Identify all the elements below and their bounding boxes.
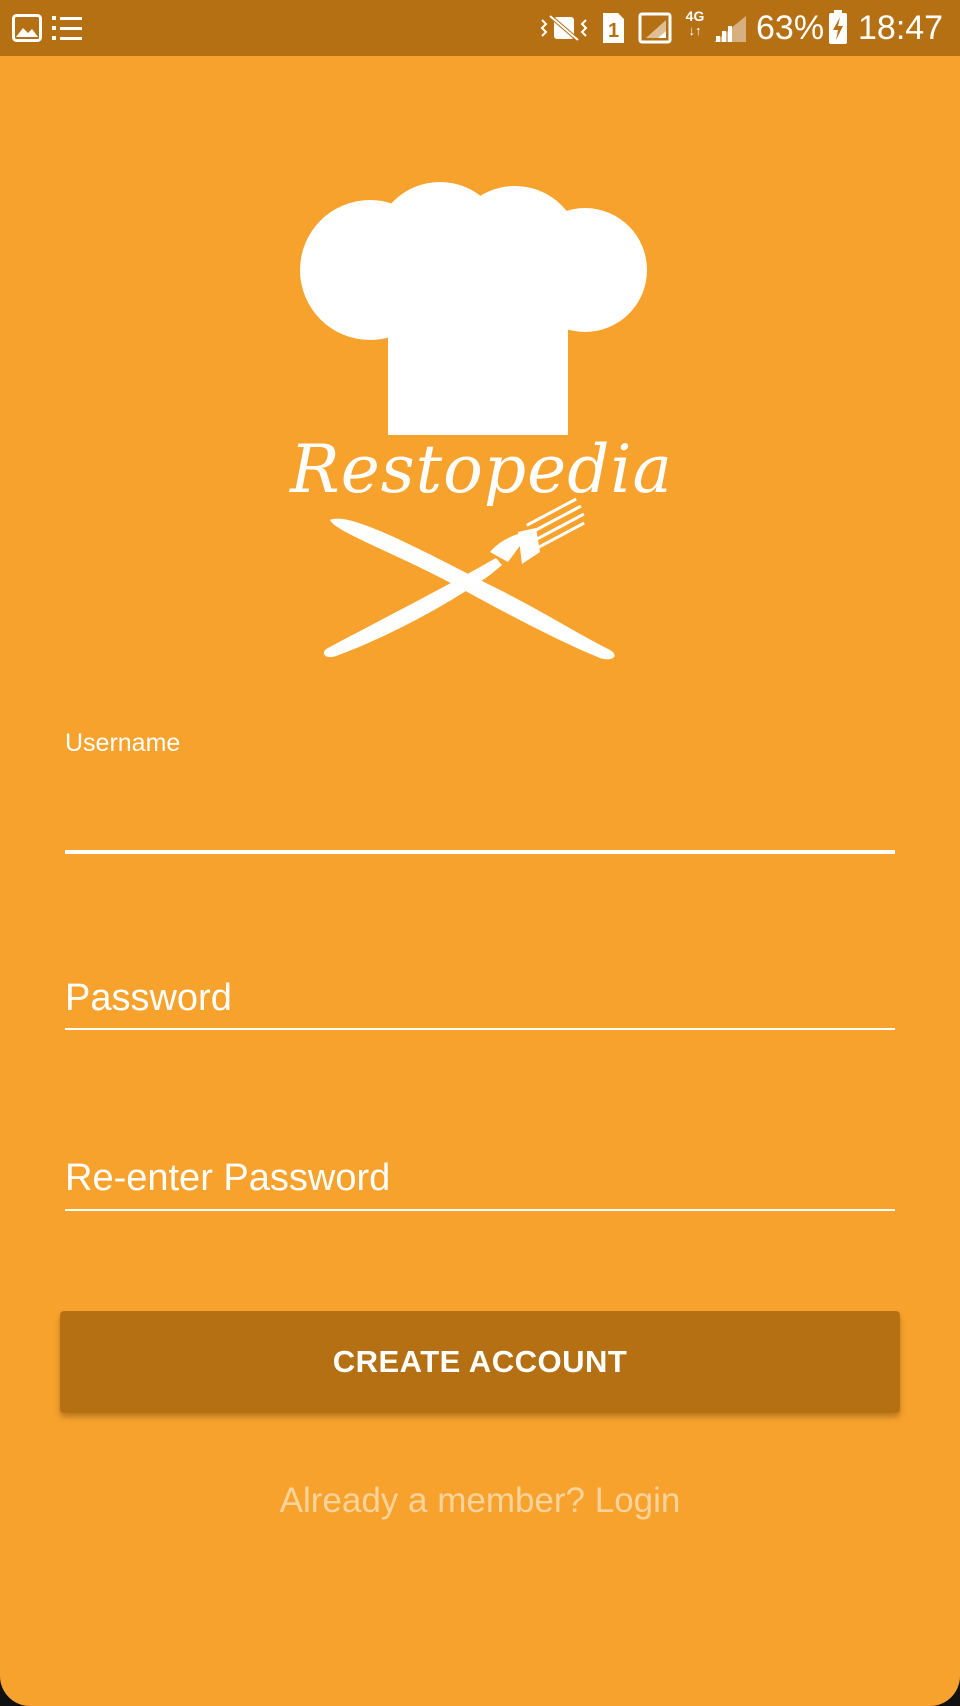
4g-icon: 4G ↓↑ (682, 8, 708, 46)
vibrate-icon (540, 14, 588, 42)
battery-percent: 63% (756, 9, 825, 47)
sim-number: 1 (608, 20, 619, 42)
signal-icon (638, 12, 672, 44)
username-underline (65, 850, 895, 854)
password-underline (65, 1028, 895, 1030)
username-field-container: Username (65, 728, 895, 856)
reenter-password-underline (65, 1209, 895, 1211)
password-field-container (65, 970, 895, 1040)
sim-1-icon: 1 (603, 13, 624, 43)
username-input[interactable] (65, 778, 895, 838)
reenter-password-input[interactable] (65, 1150, 895, 1206)
network-type: 4G (685, 8, 705, 24)
fork-icon (323, 497, 585, 658)
gallery-icon (12, 14, 42, 42)
password-input[interactable] (65, 970, 895, 1026)
brand-name: Restopedia (290, 431, 673, 508)
reenter-password-field-container (65, 1150, 895, 1220)
list-icon (52, 16, 82, 40)
restopedia-logo: Restopedia (290, 180, 673, 660)
create-account-button[interactable]: CREATE ACCOUNT (60, 1311, 900, 1413)
username-label: Username (65, 729, 181, 757)
battery-charging-icon (829, 10, 847, 44)
signup-screen: 1 4G ↓↑ 63% 18:47 Restopedia Username CR… (0, 0, 960, 1706)
status-bar: 1 4G ↓↑ 63% 18:47 (0, 0, 960, 56)
clock: 18:47 (858, 9, 944, 47)
login-link[interactable]: Already a member? Login (0, 1478, 960, 1524)
signal-icon (714, 16, 746, 42)
